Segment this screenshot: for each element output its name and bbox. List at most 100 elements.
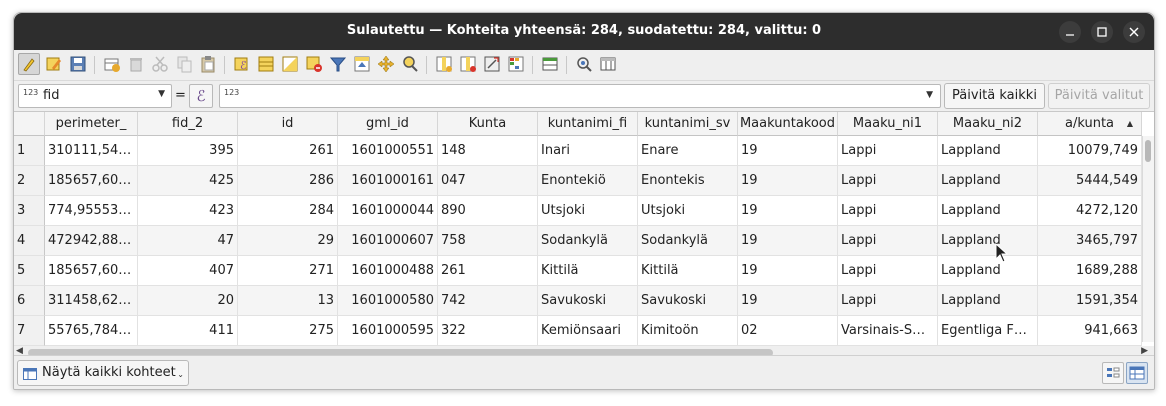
table-cell[interactable]: 310111,54… xyxy=(45,136,138,166)
table-cell[interactable]: 425 xyxy=(138,166,238,196)
delete-field-icon[interactable] xyxy=(458,54,478,74)
table-cell[interactable]: Egentliga F… xyxy=(938,316,1038,346)
cut-icon[interactable] xyxy=(150,54,170,74)
expression-input[interactable]: 123 ▼ xyxy=(219,84,941,108)
column-header[interactable]: Maaku_ni1 xyxy=(838,112,938,136)
row-header-corner[interactable] xyxy=(14,112,45,136)
copy-icon[interactable] xyxy=(174,54,194,74)
actions-icon[interactable] xyxy=(574,54,594,74)
update-selected-button[interactable]: Päivitä valitut xyxy=(1048,83,1150,109)
maximize-button[interactable] xyxy=(1091,21,1113,43)
table-cell[interactable]: 19 xyxy=(738,286,838,316)
update-all-button[interactable]: Päivitä kaikki xyxy=(944,83,1045,109)
table-cell[interactable]: 4272,120 xyxy=(1038,196,1142,226)
vertical-scrollbar[interactable] xyxy=(1142,136,1154,342)
row-number[interactable]: 1 xyxy=(14,136,45,166)
table-cell[interactable]: 10079,749 xyxy=(1038,136,1142,166)
table-cell[interactable]: 1601000488 xyxy=(338,256,438,286)
table-cell[interactable]: 19 xyxy=(738,136,838,166)
table-cell[interactable]: Lappi xyxy=(838,136,938,166)
filter-select-icon[interactable] xyxy=(328,54,348,74)
table-cell[interactable]: Savukoski xyxy=(638,286,738,316)
table-cell[interactable]: 47 xyxy=(138,226,238,256)
table-cell[interactable]: 423 xyxy=(138,196,238,226)
row-number[interactable]: 6 xyxy=(14,286,45,316)
column-header[interactable]: fid_2 xyxy=(138,112,238,136)
table-cell[interactable]: 261 xyxy=(438,256,538,286)
table-row[interactable]: 6 311458,62… 20 13 1601000580 742 Savukoski Sav… xyxy=(14,286,1142,316)
scrollbar-thumb[interactable] xyxy=(1145,140,1151,162)
zoom-to-selected-icon[interactable] xyxy=(400,54,420,74)
field-calculator-icon[interactable] xyxy=(482,54,502,74)
pan-to-selected-icon[interactable] xyxy=(376,54,396,74)
table-cell[interactable]: 472942,88… xyxy=(45,226,138,256)
table-cell[interactable]: 1689,288 xyxy=(1038,256,1142,286)
column-header[interactable]: Maaku_ni2 xyxy=(938,112,1038,136)
invert-selection-icon[interactable] xyxy=(280,54,300,74)
table-row[interactable]: 5 185657,60… 407 271 1601000488 261 Kittilä Kit… xyxy=(14,256,1142,286)
table-cell[interactable]: 941,663 xyxy=(1038,316,1142,346)
table-cell[interactable]: 5444,549 xyxy=(1038,166,1142,196)
table-cell[interactable]: 322 xyxy=(438,316,538,346)
table-cell[interactable]: 411 xyxy=(138,316,238,346)
table-cell[interactable]: 1601000161 xyxy=(338,166,438,196)
table-cell[interactable]: Kittilä xyxy=(538,256,638,286)
multi-edit-icon[interactable] xyxy=(44,54,64,74)
table-cell[interactable]: Sodankylä xyxy=(538,226,638,256)
table-cell[interactable]: 19 xyxy=(738,256,838,286)
table-cell[interactable]: 1601000551 xyxy=(338,136,438,166)
row-number[interactable]: 7 xyxy=(14,316,45,346)
row-number[interactable]: 4 xyxy=(14,226,45,256)
minimize-button[interactable] xyxy=(1059,21,1081,43)
table-cell[interactable]: Sodankylä xyxy=(638,226,738,256)
column-header[interactable]: kuntanimi_fi xyxy=(538,112,638,136)
chevron-down-icon[interactable]: ▼ xyxy=(926,90,933,100)
expression-builder-button[interactable]: ℰ xyxy=(189,84,213,108)
column-header[interactable]: id xyxy=(238,112,338,136)
table-cell[interactable]: 1591,354 xyxy=(1038,286,1142,316)
table-cell[interactable]: 742 xyxy=(438,286,538,316)
column-header[interactable]: gml_id xyxy=(338,112,438,136)
column-header[interactable]: Kunta xyxy=(438,112,538,136)
table-row[interactable]: 3 774,95553… 423 284 1601000044 890 Utsjoki Uts… xyxy=(14,196,1142,226)
toggle-editing-icon[interactable] xyxy=(18,53,40,75)
table-cell[interactable]: 29 xyxy=(238,226,338,256)
table-cell[interactable]: Inari xyxy=(538,136,638,166)
table-cell[interactable]: 13 xyxy=(238,286,338,316)
table-cell[interactable]: 19 xyxy=(738,166,838,196)
table-cell[interactable]: 1601000580 xyxy=(338,286,438,316)
table-cell[interactable]: 148 xyxy=(438,136,538,166)
table-cell[interactable]: Kimitoön xyxy=(638,316,738,346)
save-edits-icon[interactable] xyxy=(68,54,88,74)
table-cell[interactable]: 407 xyxy=(138,256,238,286)
table-cell[interactable]: Lappi xyxy=(838,286,938,316)
row-number[interactable]: 5 xyxy=(14,256,45,286)
table-cell[interactable]: 271 xyxy=(238,256,338,286)
table-row[interactable]: 4 472942,88… 47 29 1601000607 758 Sodankylä Sod… xyxy=(14,226,1142,256)
table-cell[interactable]: Enare xyxy=(638,136,738,166)
table-cell[interactable]: Enontekis xyxy=(638,166,738,196)
table-cell[interactable]: Lappland xyxy=(938,256,1038,286)
table-cell[interactable]: 1601000607 xyxy=(338,226,438,256)
table-cell[interactable]: Enontekiö xyxy=(538,166,638,196)
table-cell[interactable]: 311458,62… xyxy=(45,286,138,316)
table-cell[interactable]: 890 xyxy=(438,196,538,226)
column-header[interactable]: kuntanimi_sv xyxy=(638,112,738,136)
table-cell[interactable]: 1601000595 xyxy=(338,316,438,346)
table-cell[interactable]: 261 xyxy=(238,136,338,166)
delete-feature-icon[interactable] xyxy=(126,54,146,74)
table-cell[interactable]: 286 xyxy=(238,166,338,196)
table-cell[interactable]: Utsjoki xyxy=(638,196,738,226)
table-row[interactable]: 1 310111,54… 395 261 1601000551 148 Inari Enare… xyxy=(14,136,1142,166)
table-cell[interactable]: Kittilä xyxy=(638,256,738,286)
form-view-button[interactable] xyxy=(1102,362,1124,384)
organize-columns-icon[interactable] xyxy=(598,54,618,74)
table-row[interactable]: 2 185657,60… 425 286 1601000161 047 Enontekiö E… xyxy=(14,166,1142,196)
table-cell[interactable]: 395 xyxy=(138,136,238,166)
show-all-features-dropdown[interactable]: Näytä kaikki kohteet ⌄ xyxy=(17,360,189,386)
table-cell[interactable]: 19 xyxy=(738,226,838,256)
table-cell[interactable]: 19 xyxy=(738,196,838,226)
new-field-icon[interactable] xyxy=(434,54,454,74)
table-cell[interactable]: Lappland xyxy=(938,286,1038,316)
table-cell[interactable]: Kemiönsaari xyxy=(538,316,638,346)
